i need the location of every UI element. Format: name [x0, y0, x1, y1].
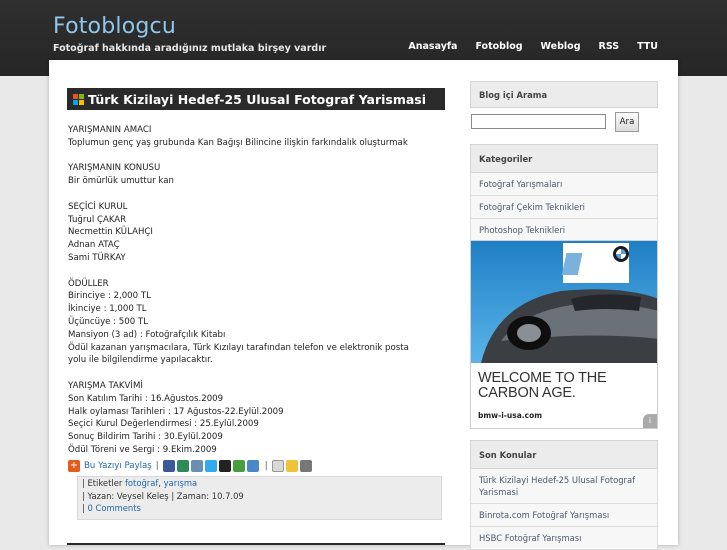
- twitter-icon[interactable]: [204, 460, 217, 472]
- recent-posts-list: Türk Kizilayi Hedef-25 Ulusal Fotograf Y…: [470, 469, 658, 550]
- post-body-line: Mansiyon (3 ad) : Fotoğrafçılık Kitabı: [68, 329, 226, 340]
- ad-car-image: [471, 241, 657, 363]
- post-body-line: Halk oylaması Tarihleri : 17 Ağustos-22.…: [68, 406, 284, 417]
- recent-posts-widget-title: Son Konular: [470, 440, 658, 469]
- post-body-line: Ödül Töreni ve Sergi : 9.Ekim.2009: [68, 444, 217, 455]
- post-body-line: SEÇİCİ KURUL: [68, 201, 128, 212]
- category-item[interactable]: Fotoğraf Yarışmaları: [470, 173, 658, 196]
- myspace-icon[interactable]: [218, 460, 231, 472]
- post-body-line: [68, 265, 428, 278]
- comments-link[interactable]: 0 Comments: [88, 503, 141, 513]
- ad-url: bmw-i-usa.com: [478, 411, 543, 420]
- post-body-line: Toplumun genç yaş grubunda Kan Bağışı Bi…: [68, 137, 408, 148]
- digg-icon[interactable]: [232, 460, 245, 472]
- category-item[interactable]: Photoshop Teknikleri: [470, 219, 658, 242]
- post-body-line: Ödül kazanan yarışmacılara, Türk Kızılay…: [68, 342, 409, 353]
- stumbleupon-icon[interactable]: [176, 460, 189, 472]
- ad-info-icon[interactable]: i: [643, 414, 657, 428]
- category-item[interactable]: Fotoğraf Çekim Teknikleri: [470, 196, 658, 219]
- nav-item-fotoblog[interactable]: Fotoblog: [475, 41, 522, 52]
- share-link[interactable]: Bu Yazıyı Paylaş: [84, 461, 152, 471]
- technorati-icon[interactable]: [246, 460, 259, 472]
- favorite-icon[interactable]: [285, 460, 298, 472]
- post-body-line: [68, 188, 428, 201]
- bmw-ad-banner[interactable]: WELCOME TO THE CARBON AGE. bmw-i-usa.com…: [470, 240, 658, 429]
- post-comments: | 0 Comments: [78, 502, 441, 515]
- facebook-icon[interactable]: [162, 460, 175, 472]
- post-body-line: YARIŞMANIN AMACI: [68, 125, 152, 135]
- tag-link-yarisma[interactable]: yarışma: [164, 478, 198, 488]
- share-plus-icon[interactable]: +: [68, 460, 80, 472]
- post-body-line: [68, 150, 428, 163]
- recent-post-item[interactable]: Binrota.com Fotoğraf Yarışması: [470, 504, 658, 527]
- tag-link-fotograf[interactable]: fotoğraf: [125, 478, 158, 488]
- post-body-line: Sonuç Bildirim Tarihi : 30.Eylül.2009: [68, 432, 223, 443]
- post-body-line: Birinciye : 2,000 TL: [68, 291, 151, 302]
- post-author-date: | Yazan: Veysel Keleş | Zaman: 10.7.09: [82, 490, 244, 501]
- post-tags: | Etiketler fotoğraf, yarışma: [82, 478, 198, 488]
- search-input[interactable]: [471, 114, 606, 129]
- categories-widget-title: Kategoriler: [470, 144, 658, 173]
- nav-item-anasayfa[interactable]: Anasayfa: [408, 41, 457, 52]
- nav-item-ttu[interactable]: TTU: [637, 41, 658, 52]
- post-body-line: Üçüncüye : 500 TL: [68, 316, 148, 327]
- post-body-line: YARIŞMANIN KONUSU: [68, 163, 161, 174]
- post-body-line: Seçici Kurul Değerlendirmesi : 25.Eylül.…: [68, 419, 259, 430]
- main-nav: Anasayfa Fotoblog Weblog RSS TTU: [408, 41, 658, 52]
- delicious-icon[interactable]: [190, 460, 203, 472]
- share-separator-2: |: [264, 461, 268, 471]
- content-wrapper: Türk Kizilayi Hedef-25 Ulusal Fotograf Y…: [49, 60, 678, 550]
- post-body-line: ÖDÜLLER: [68, 278, 109, 289]
- post-body-line: Tuğrul ÇAKAR: [68, 214, 127, 225]
- post-body: YARIŞMANIN AMACI Toplumun genç yaş grubun…: [68, 124, 428, 457]
- post-body-line: Necmettin KÜLAHÇI: [68, 227, 153, 238]
- post-body-line: İkinciye : 1,000 TL: [68, 304, 147, 315]
- windows-logo-icon: [73, 93, 84, 105]
- email-icon[interactable]: [271, 460, 284, 472]
- print-icon[interactable]: [299, 460, 312, 472]
- post-title-bar: Türk Kizilayi Hedef-25 Ulusal Fotograf Y…: [67, 88, 445, 110]
- post-title[interactable]: Türk Kizilayi Hedef-25 Ulusal Fotograf Y…: [88, 92, 426, 107]
- tags-label: | Etiketler: [82, 478, 123, 488]
- post-meta: | Etiketler fotoğraf, yarışma | Yazan: V…: [77, 476, 442, 520]
- post-body-line: Son Katılım Tarihi : 16.Ağustos.2009: [68, 393, 224, 404]
- ad-headline: WELCOME TO THE CARBON AGE.: [478, 370, 607, 401]
- share-separator: |: [155, 461, 159, 471]
- recent-post-item[interactable]: Türk Kizilayi Hedef-25 Ulusal Fotograf Y…: [470, 469, 658, 504]
- post-body-line: [68, 367, 428, 380]
- search-button[interactable]: Ara: [615, 112, 639, 132]
- post-body-line: Sami TÜRKAY: [68, 252, 126, 263]
- comments-separator: |: [82, 503, 85, 514]
- categories-list: Fotoğraf Yarışmaları Fotoğraf Çekim Tekn…: [470, 173, 658, 242]
- nav-item-weblog[interactable]: Weblog: [541, 41, 581, 52]
- recent-post-item[interactable]: HSBC Fotoğraf Yarışması: [470, 527, 658, 550]
- site-title[interactable]: Fotoblogcu: [53, 14, 176, 39]
- search-widget-title: Blog içi Arama: [470, 81, 658, 108]
- post-body-line: YARIŞMA TAKVİMİ: [68, 380, 143, 391]
- site-tagline: Fotoğraf hakkında aradığınız mutlaka bir…: [53, 43, 327, 54]
- share-row: + Bu Yazıyı Paylaş | |: [68, 459, 314, 473]
- post-body-line: Bir ömürlük umuttur kan: [68, 176, 174, 187]
- post-body-line: yolu ile bilgilendirme yapılacaktır.: [68, 355, 213, 366]
- nav-item-rss[interactable]: RSS: [599, 41, 620, 52]
- post-body-line: Adnan ATAÇ: [68, 240, 120, 251]
